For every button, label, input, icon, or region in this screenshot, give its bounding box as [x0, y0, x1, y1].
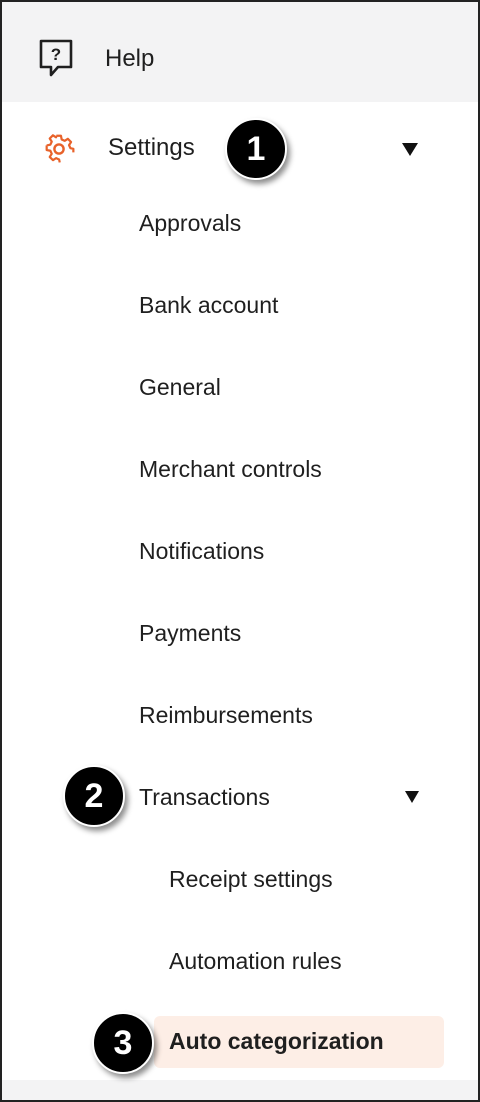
step-badge-2: 2: [63, 765, 125, 827]
transactions-expand-caret-icon[interactable]: [405, 791, 419, 803]
help-label: Help: [105, 45, 155, 72]
auto-categorization-label: Auto categorization: [169, 1028, 384, 1054]
settings-item-notifications[interactable]: Notifications: [139, 538, 264, 565]
settings-item-general[interactable]: General: [139, 374, 221, 401]
sidebar-menu: ? Help Settings Approvals Bank account G…: [0, 0, 480, 1102]
help-chat-icon: ?: [38, 38, 74, 78]
settings-item-merchant-controls[interactable]: Merchant controls: [139, 456, 322, 483]
settings-item-reimbursements[interactable]: Reimbursements: [139, 702, 313, 729]
transactions-item-receipt-settings[interactable]: Receipt settings: [169, 866, 333, 893]
step-badge-3: 3: [92, 1012, 154, 1074]
settings-item-payments[interactable]: Payments: [139, 620, 241, 647]
settings-item-bank-account[interactable]: Bank account: [139, 292, 278, 319]
settings-expand-caret-icon[interactable]: [402, 143, 418, 156]
bottom-strip: [2, 1080, 478, 1100]
svg-text:?: ?: [51, 45, 61, 64]
settings-label: Settings: [108, 134, 195, 161]
nav-item-help[interactable]: ? Help: [2, 14, 478, 102]
transactions-item-automation-rules[interactable]: Automation rules: [169, 948, 342, 975]
step-badge-1: 1: [225, 118, 287, 180]
gear-icon: [43, 133, 75, 165]
settings-item-transactions[interactable]: Transactions: [139, 784, 270, 811]
settings-item-approvals[interactable]: Approvals: [139, 210, 241, 237]
